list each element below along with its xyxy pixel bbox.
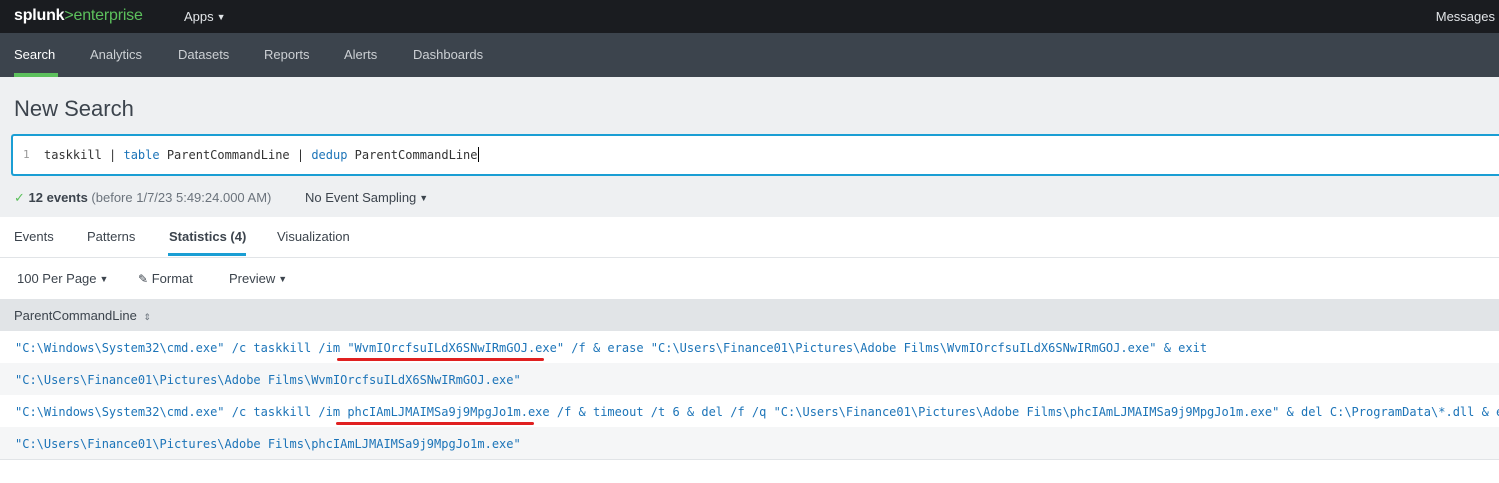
sort-icon[interactable]: ⇕ xyxy=(143,312,151,322)
query-part: taskkill | xyxy=(44,148,124,162)
chevron-down-icon: ▼ xyxy=(419,193,429,203)
table-cell[interactable]: "C:\Users\Finance01\Pictures\Adobe Films… xyxy=(15,373,521,387)
logo-gt-text: > xyxy=(64,7,74,24)
chevron-down-icon: ▼ xyxy=(278,274,288,284)
table-cell[interactable]: "C:\Windows\System32\cmd.exe" /c taskkil… xyxy=(15,405,1499,419)
tab-statistics[interactable]: Statistics (4) xyxy=(169,229,246,244)
preview-label: Preview xyxy=(229,271,276,286)
query-command-dedup: dedup xyxy=(311,148,348,162)
format-label: Format xyxy=(151,271,193,286)
chevron-down-icon: ▼ xyxy=(99,274,109,284)
chevron-down-icon: ▼ xyxy=(216,12,226,22)
annotation-underline xyxy=(336,422,534,425)
nav-item-datasets[interactable]: Datasets xyxy=(178,33,229,77)
logo-splunk-text: splunk xyxy=(14,7,65,24)
results-tabs: Events Patterns Statistics (4) Visualiza… xyxy=(0,217,1499,258)
app-nav-bar: Search Analytics Datasets Reports Alerts… xyxy=(0,33,1499,77)
nav-item-search[interactable]: Search xyxy=(14,33,55,77)
logo-enterprise-text: enterprise xyxy=(73,7,143,24)
line-number: 1 xyxy=(23,148,30,161)
column-label: ParentCommandLine xyxy=(14,308,137,323)
search-query-text[interactable]: taskkill | table ParentCommandLine | ded… xyxy=(44,147,479,162)
table-row: "C:\Users\Finance01\Pictures\Adobe Films… xyxy=(0,427,1499,459)
tab-patterns[interactable]: Patterns xyxy=(87,229,135,244)
apps-menu[interactable]: Apps ▼ xyxy=(184,9,226,24)
table-row: "C:\Users\Finance01\Pictures\Adobe Films… xyxy=(0,363,1499,395)
event-sampling-dropdown[interactable]: No Event Sampling ▼ xyxy=(305,190,428,205)
checkmark-icon: ✓ xyxy=(14,190,25,205)
tab-visualization[interactable]: Visualization xyxy=(277,229,350,244)
table-header: ParentCommandLine ⇕ xyxy=(0,299,1499,331)
per-page-dropdown[interactable]: 100 Per Page ▼ xyxy=(17,271,108,286)
event-sampling-label: No Event Sampling xyxy=(305,190,417,205)
query-command-table: table xyxy=(123,148,160,162)
table-row: "C:\Windows\System32\cmd.exe" /c taskkil… xyxy=(0,331,1499,363)
table-cell[interactable]: "C:\Windows\System32\cmd.exe" /c taskkil… xyxy=(15,341,1207,355)
query-part: ParentCommandLine | xyxy=(159,148,312,162)
per-page-label: 100 Per Page xyxy=(17,271,97,286)
preview-dropdown[interactable]: Preview ▼ xyxy=(229,271,287,286)
nav-item-dashboards[interactable]: Dashboards xyxy=(413,33,483,77)
table-cell[interactable]: "C:\Users\Finance01\Pictures\Adobe Films… xyxy=(15,437,521,451)
nav-item-alerts[interactable]: Alerts xyxy=(344,33,377,77)
nav-item-analytics[interactable]: Analytics xyxy=(90,33,142,77)
event-count[interactable]: 12 events xyxy=(29,190,88,205)
text-cursor xyxy=(477,147,479,162)
search-time-range: (before 1/7/23 5:49:24.000 AM) xyxy=(91,190,272,205)
column-header-parentcommandline[interactable]: ParentCommandLine ⇕ xyxy=(14,308,151,323)
table-row: "C:\Windows\System32\cmd.exe" /c taskkil… xyxy=(0,395,1499,427)
search-query-input[interactable]: 1 taskkill | table ParentCommandLine | d… xyxy=(11,134,1499,176)
pencil-icon: ✎ xyxy=(138,272,149,286)
tab-events[interactable]: Events xyxy=(14,229,54,244)
apps-label: Apps xyxy=(184,9,214,24)
nav-item-reports[interactable]: Reports xyxy=(264,33,310,77)
table-bottom-border xyxy=(0,459,1499,460)
top-bar: splunk>enterprise Apps ▼ Messages xyxy=(0,0,1499,33)
search-status: ✓ 12 events (before 1/7/23 5:49:24.000 A… xyxy=(14,190,271,206)
query-part: ParentCommandLine xyxy=(347,148,478,162)
page-title: New Search xyxy=(14,96,134,121)
active-tab-indicator xyxy=(168,253,246,256)
splunk-logo[interactable]: splunk>enterprise xyxy=(14,7,143,25)
annotation-underline xyxy=(337,358,544,361)
messages-menu[interactable]: Messages xyxy=(1436,9,1495,24)
format-button[interactable]: ✎ Format xyxy=(138,271,193,286)
